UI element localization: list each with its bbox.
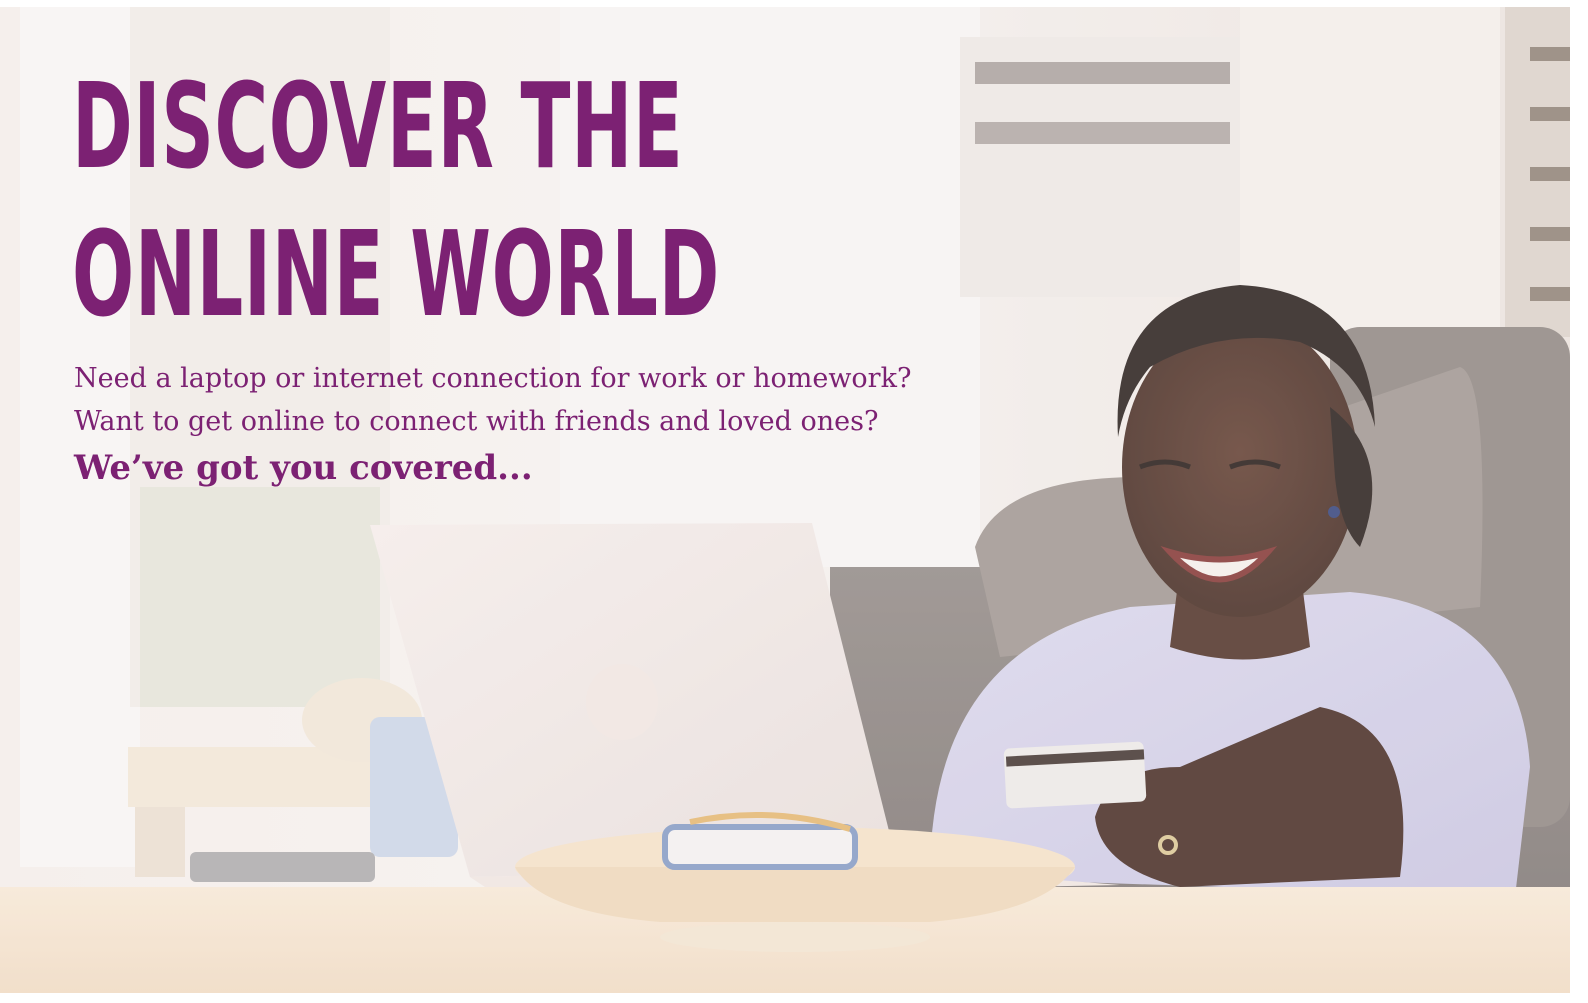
body-text-line-1: Need a laptop or internet connection for… (74, 363, 912, 394)
tagline: We’ve got you covered... (74, 448, 533, 488)
poster: DISCOVER THE ONLINE WORLD Need a laptop … (0, 0, 1588, 1003)
headline-line-1: DISCOVER THE (72, 57, 684, 195)
headline-line-2: ONLINE WORLD (72, 205, 720, 343)
headline: DISCOVER THE ONLINE WORLD (72, 52, 1117, 348)
body-text-line-2: Want to get online to connect with frien… (74, 406, 879, 437)
